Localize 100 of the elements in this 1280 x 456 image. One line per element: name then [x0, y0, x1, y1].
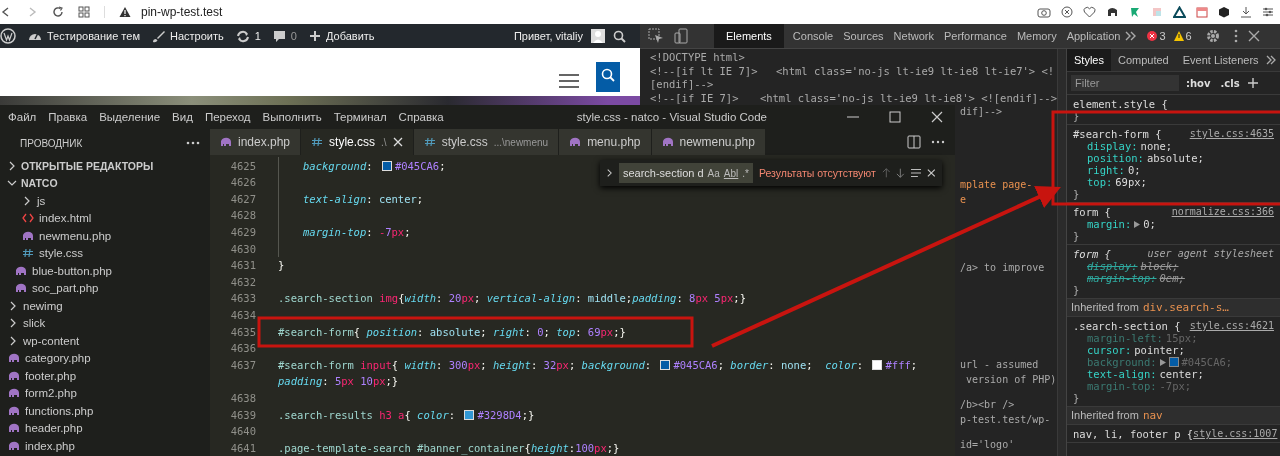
- pane-tab[interactable]: Computed: [1110, 49, 1176, 71]
- address-bar[interactable]: pin-wp-test.test: [141, 5, 223, 19]
- close-icon[interactable]: [1247, 30, 1260, 42]
- source-link[interactable]: style.css:4621: [1189, 320, 1274, 332]
- split-editor-icon[interactable]: [907, 135, 921, 150]
- folder-item[interactable]: newimg: [8, 297, 210, 315]
- menu-item[interactable]: Выполнить: [256, 111, 328, 123]
- menu-item[interactable]: Терминал: [327, 111, 393, 123]
- more-icon[interactable]: [186, 141, 200, 145]
- source-link[interactable]: normalize.css:366: [1171, 206, 1274, 218]
- panel-tab[interactable]: Elements: [714, 24, 784, 48]
- find-option[interactable]: Abl: [723, 167, 739, 179]
- element-link[interactable]: nav: [1142, 409, 1163, 422]
- camera-icon[interactable]: [1037, 6, 1051, 18]
- source-link[interactable]: style.css:4635: [1189, 128, 1274, 140]
- box-icon[interactable]: [1218, 6, 1230, 18]
- panel-tab[interactable]: Console: [787, 24, 839, 48]
- editor-tab[interactable]: style.css .\: [301, 129, 413, 156]
- file-item[interactable]: header.php: [8, 419, 210, 437]
- add-rule-icon[interactable]: [1246, 77, 1259, 89]
- file-item[interactable]: functions.php: [8, 402, 210, 420]
- file-item[interactable]: index.php: [8, 437, 210, 455]
- admin-bar-item[interactable]: Настроить: [151, 29, 224, 43]
- device-icon[interactable]: [674, 28, 688, 44]
- cls-button[interactable]: .cls: [1217, 77, 1243, 89]
- grid-icon[interactable]: [78, 6, 90, 18]
- maximize-icon[interactable]: [889, 111, 901, 123]
- search-icon[interactable]: [613, 29, 626, 43]
- wordpress-logo-icon[interactable]: [0, 28, 16, 44]
- more-icon[interactable]: [1233, 29, 1238, 43]
- chevron-right-icon[interactable]: [606, 168, 613, 178]
- arrow-up-icon[interactable]: [881, 167, 891, 179]
- html-source-text: e: [960, 193, 968, 207]
- search-button[interactable]: [596, 62, 620, 92]
- find-field[interactable]: search-section d Aa Abl .*: [618, 163, 753, 183]
- lines-icon[interactable]: [911, 168, 922, 178]
- menu-item[interactable]: Переход: [198, 111, 257, 123]
- panel-tab[interactable]: Application: [1061, 24, 1126, 48]
- close-icon[interactable]: [927, 168, 936, 178]
- file-item[interactable]: form2.php: [8, 384, 210, 402]
- editor-tab[interactable]: index.php: [210, 129, 301, 156]
- panel-tab[interactable]: Memory: [1011, 24, 1062, 48]
- heart-icon[interactable]: [1083, 6, 1096, 18]
- admin-bar-item[interactable]: Тестирование тем: [28, 30, 140, 42]
- folder-item[interactable]: js: [22, 192, 210, 210]
- find-option[interactable]: .*: [742, 167, 749, 179]
- more-tabs-icon[interactable]: [1265, 55, 1276, 65]
- menu-item[interactable]: Выделение: [93, 111, 167, 123]
- file-item[interactable]: category.php: [8, 349, 210, 367]
- file-item[interactable]: footer.php: [8, 367, 210, 385]
- source-link[interactable]: style.css:1007: [1193, 428, 1278, 440]
- triangle-icon[interactable]: [1173, 6, 1186, 18]
- menu-item[interactable]: Справка: [392, 111, 450, 123]
- shield-icon[interactable]: [1061, 6, 1073, 18]
- panel-tab[interactable]: Performance: [938, 24, 1012, 48]
- admin-bar-item[interactable]: Добавить: [308, 30, 375, 42]
- more-tabs-icon[interactable]: [1125, 31, 1138, 41]
- warning-count[interactable]: 6: [1173, 30, 1192, 42]
- arrow-down-icon[interactable]: [896, 167, 906, 179]
- menu-item[interactable]: Правка: [42, 111, 94, 123]
- pane-tab[interactable]: Styles: [1067, 49, 1111, 71]
- line-number: 4631: [229, 259, 256, 272]
- download-icon[interactable]: [1240, 6, 1252, 18]
- file-item[interactable]: newmenu.php: [22, 227, 210, 245]
- greeting-link[interactable]: Привет, vitaliy: [513, 30, 583, 42]
- element-link[interactable]: div.search-s…: [1142, 301, 1229, 314]
- panel-tab[interactable]: Sources: [838, 24, 889, 48]
- scrollbar[interactable]: [1057, 49, 1066, 456]
- folder-item[interactable]: slick: [8, 314, 210, 332]
- file-item[interactable]: soc_part.php: [15, 279, 210, 297]
- file-item[interactable]: index.html: [22, 209, 210, 227]
- editor-tab[interactable]: newmenu.php: [651, 129, 765, 156]
- panel-tab[interactable]: Network: [888, 24, 939, 48]
- editor-tab[interactable]: menu.php: [559, 129, 651, 156]
- filter-field[interactable]: Filter: [1071, 75, 1179, 91]
- css-property: display:: [1087, 260, 1138, 272]
- pane-tab[interactable]: Event Listeners: [1175, 49, 1266, 71]
- admin-bar-item[interactable]: 1: [235, 29, 261, 43]
- reload-icon[interactable]: [52, 6, 64, 18]
- menu-item[interactable]: Файл: [2, 111, 43, 123]
- find-option[interactable]: Aa: [707, 167, 720, 179]
- close-icon[interactable]: [931, 111, 943, 123]
- more-icon[interactable]: [931, 140, 945, 145]
- panel-title: ПРОВОДНИК: [20, 137, 83, 149]
- editor-tab[interactable]: style.css ...\newmenu: [413, 129, 559, 156]
- settings-icon[interactable]: [1205, 29, 1220, 43]
- sliders-icon[interactable]: [1262, 6, 1274, 18]
- file-item[interactable]: blue-button.php: [15, 262, 210, 280]
- menu-item[interactable]: Вид: [166, 111, 199, 123]
- section-header[interactable]: NATCO: [0, 174, 210, 192]
- section-header[interactable]: ОТКРЫТЫЕ РЕДАКТОРЫ: [0, 157, 210, 175]
- file-item[interactable]: style.css: [22, 244, 210, 262]
- expand-icon[interactable]: [1134, 220, 1141, 228]
- extension-icon[interactable]: [1129, 6, 1141, 18]
- inspect-icon[interactable]: [648, 28, 664, 44]
- folder-item[interactable]: wp-content: [8, 332, 210, 350]
- admin-bar-item[interactable]: 0: [272, 29, 297, 43]
- hov-button[interactable]: :hov: [1183, 77, 1214, 89]
- error-count[interactable]: 3: [1147, 30, 1166, 42]
- menu-icon[interactable]: [559, 74, 579, 88]
